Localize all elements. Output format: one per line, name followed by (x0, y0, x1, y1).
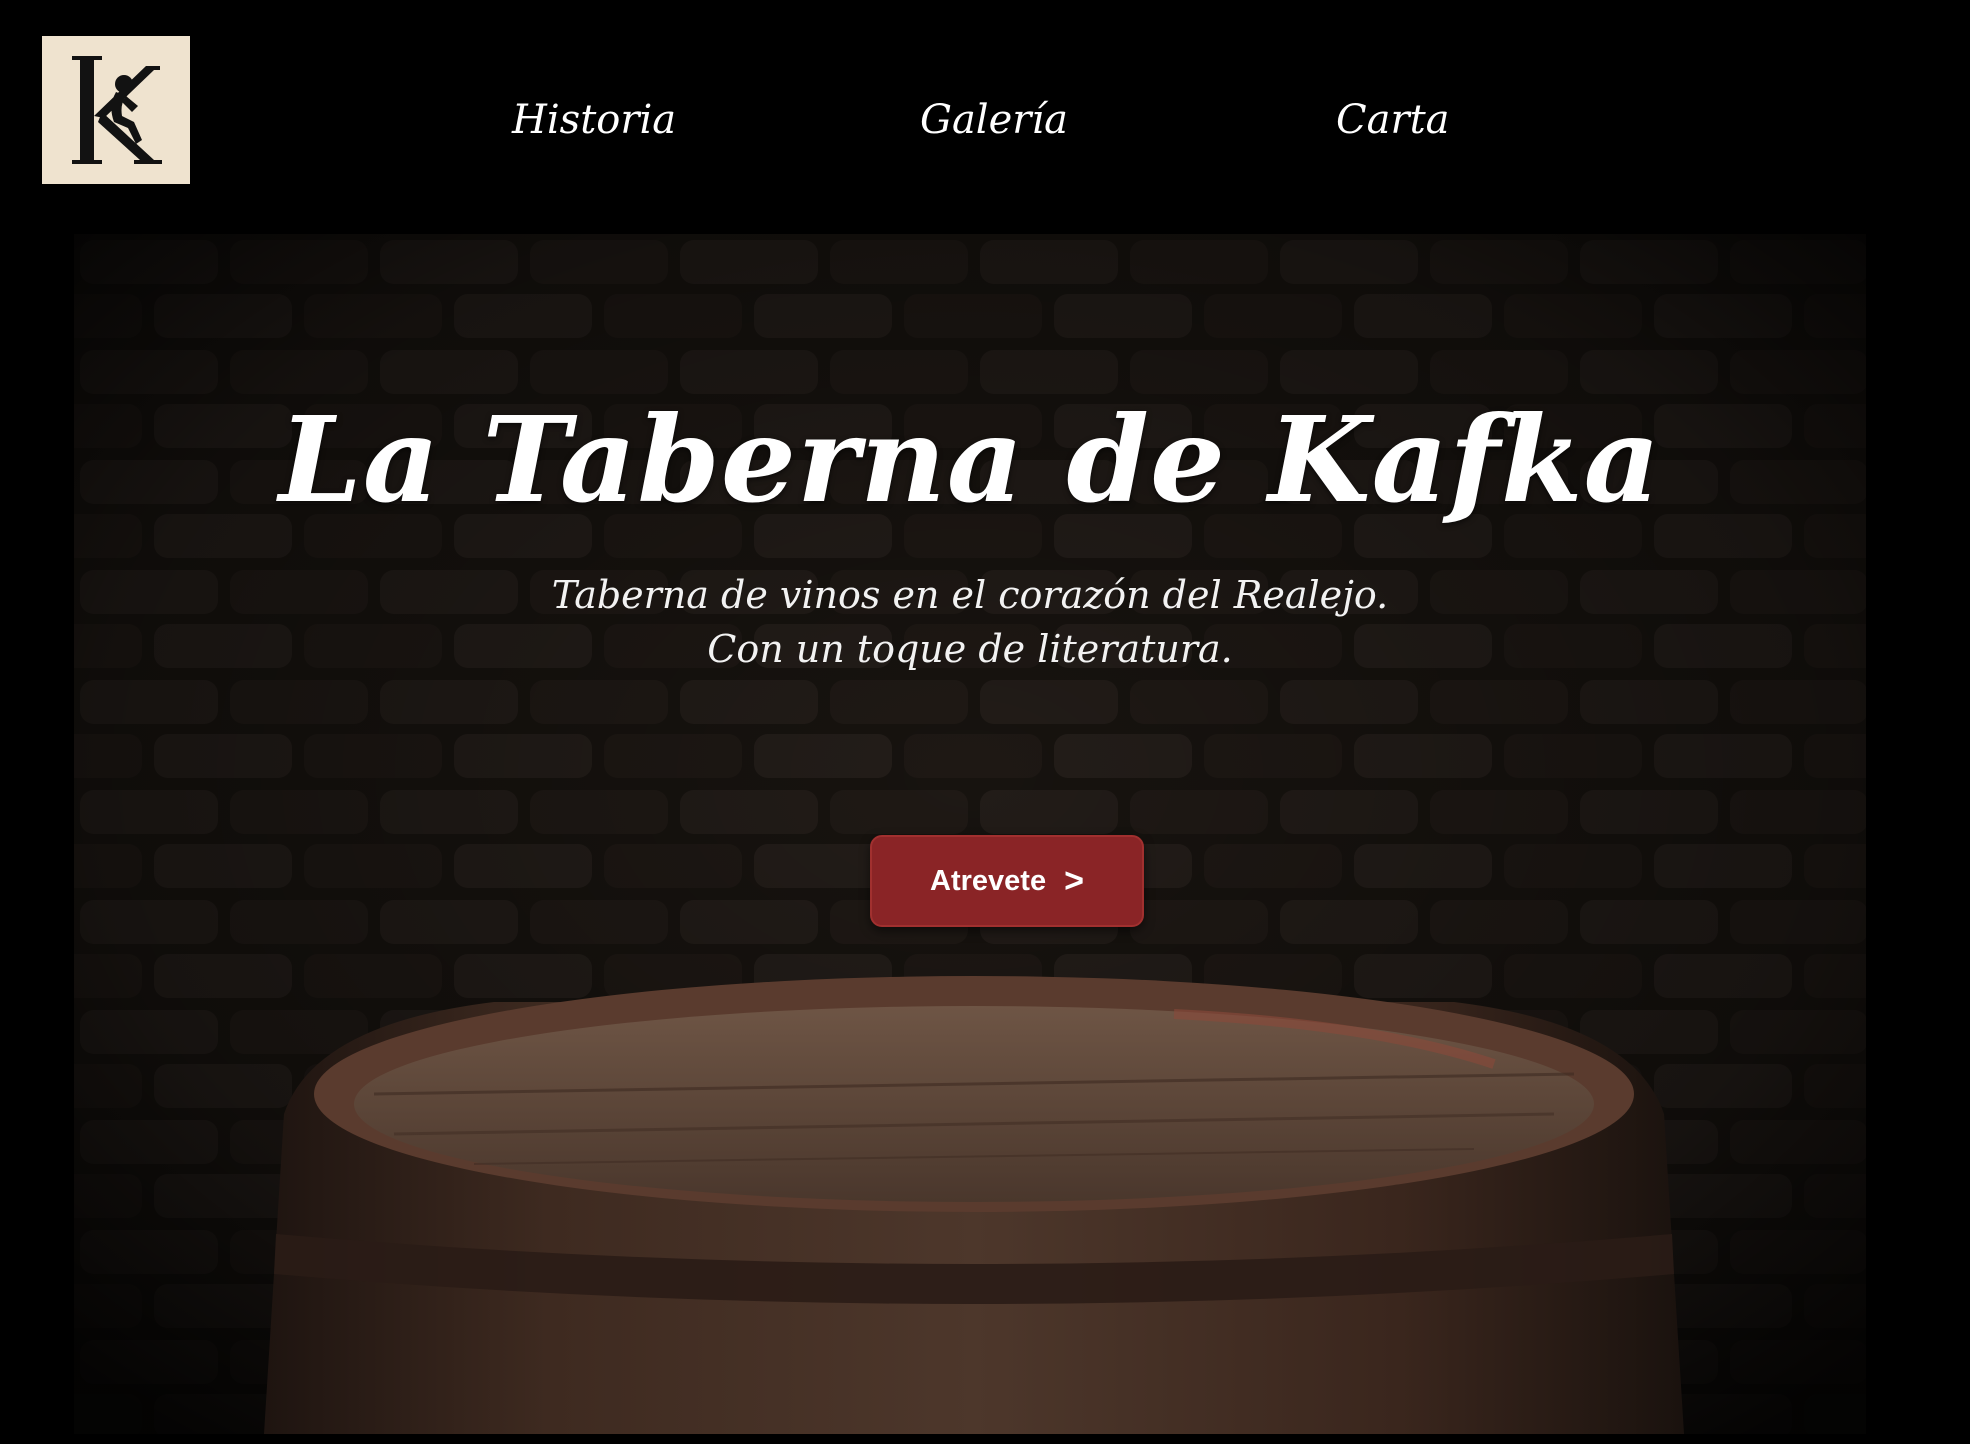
hero-subtitle-line2: Con un toque de literatura. (707, 627, 1233, 671)
atrevete-button[interactable]: Atrevete > (870, 835, 1144, 927)
hero-section: La Taberna de Kafka Taberna de vinos en … (74, 234, 1866, 1434)
nav-historia-link[interactable]: Historia (512, 92, 676, 148)
nav-galeria-link[interactable]: Galería (920, 92, 1068, 148)
hero-title: La Taberna de Kafka (278, 390, 1662, 530)
kafka-thinker-logo-icon[interactable] (42, 36, 190, 184)
chevron-right-icon: > (1064, 861, 1084, 900)
site-header: Historia Galería Carta (0, 0, 1970, 232)
nav-carta-link[interactable]: Carta (1336, 92, 1450, 148)
atrevete-button-label: Atrevete (930, 864, 1047, 897)
hero-subtitle-line1: Taberna de vinos en el corazón del Reale… (551, 573, 1389, 617)
